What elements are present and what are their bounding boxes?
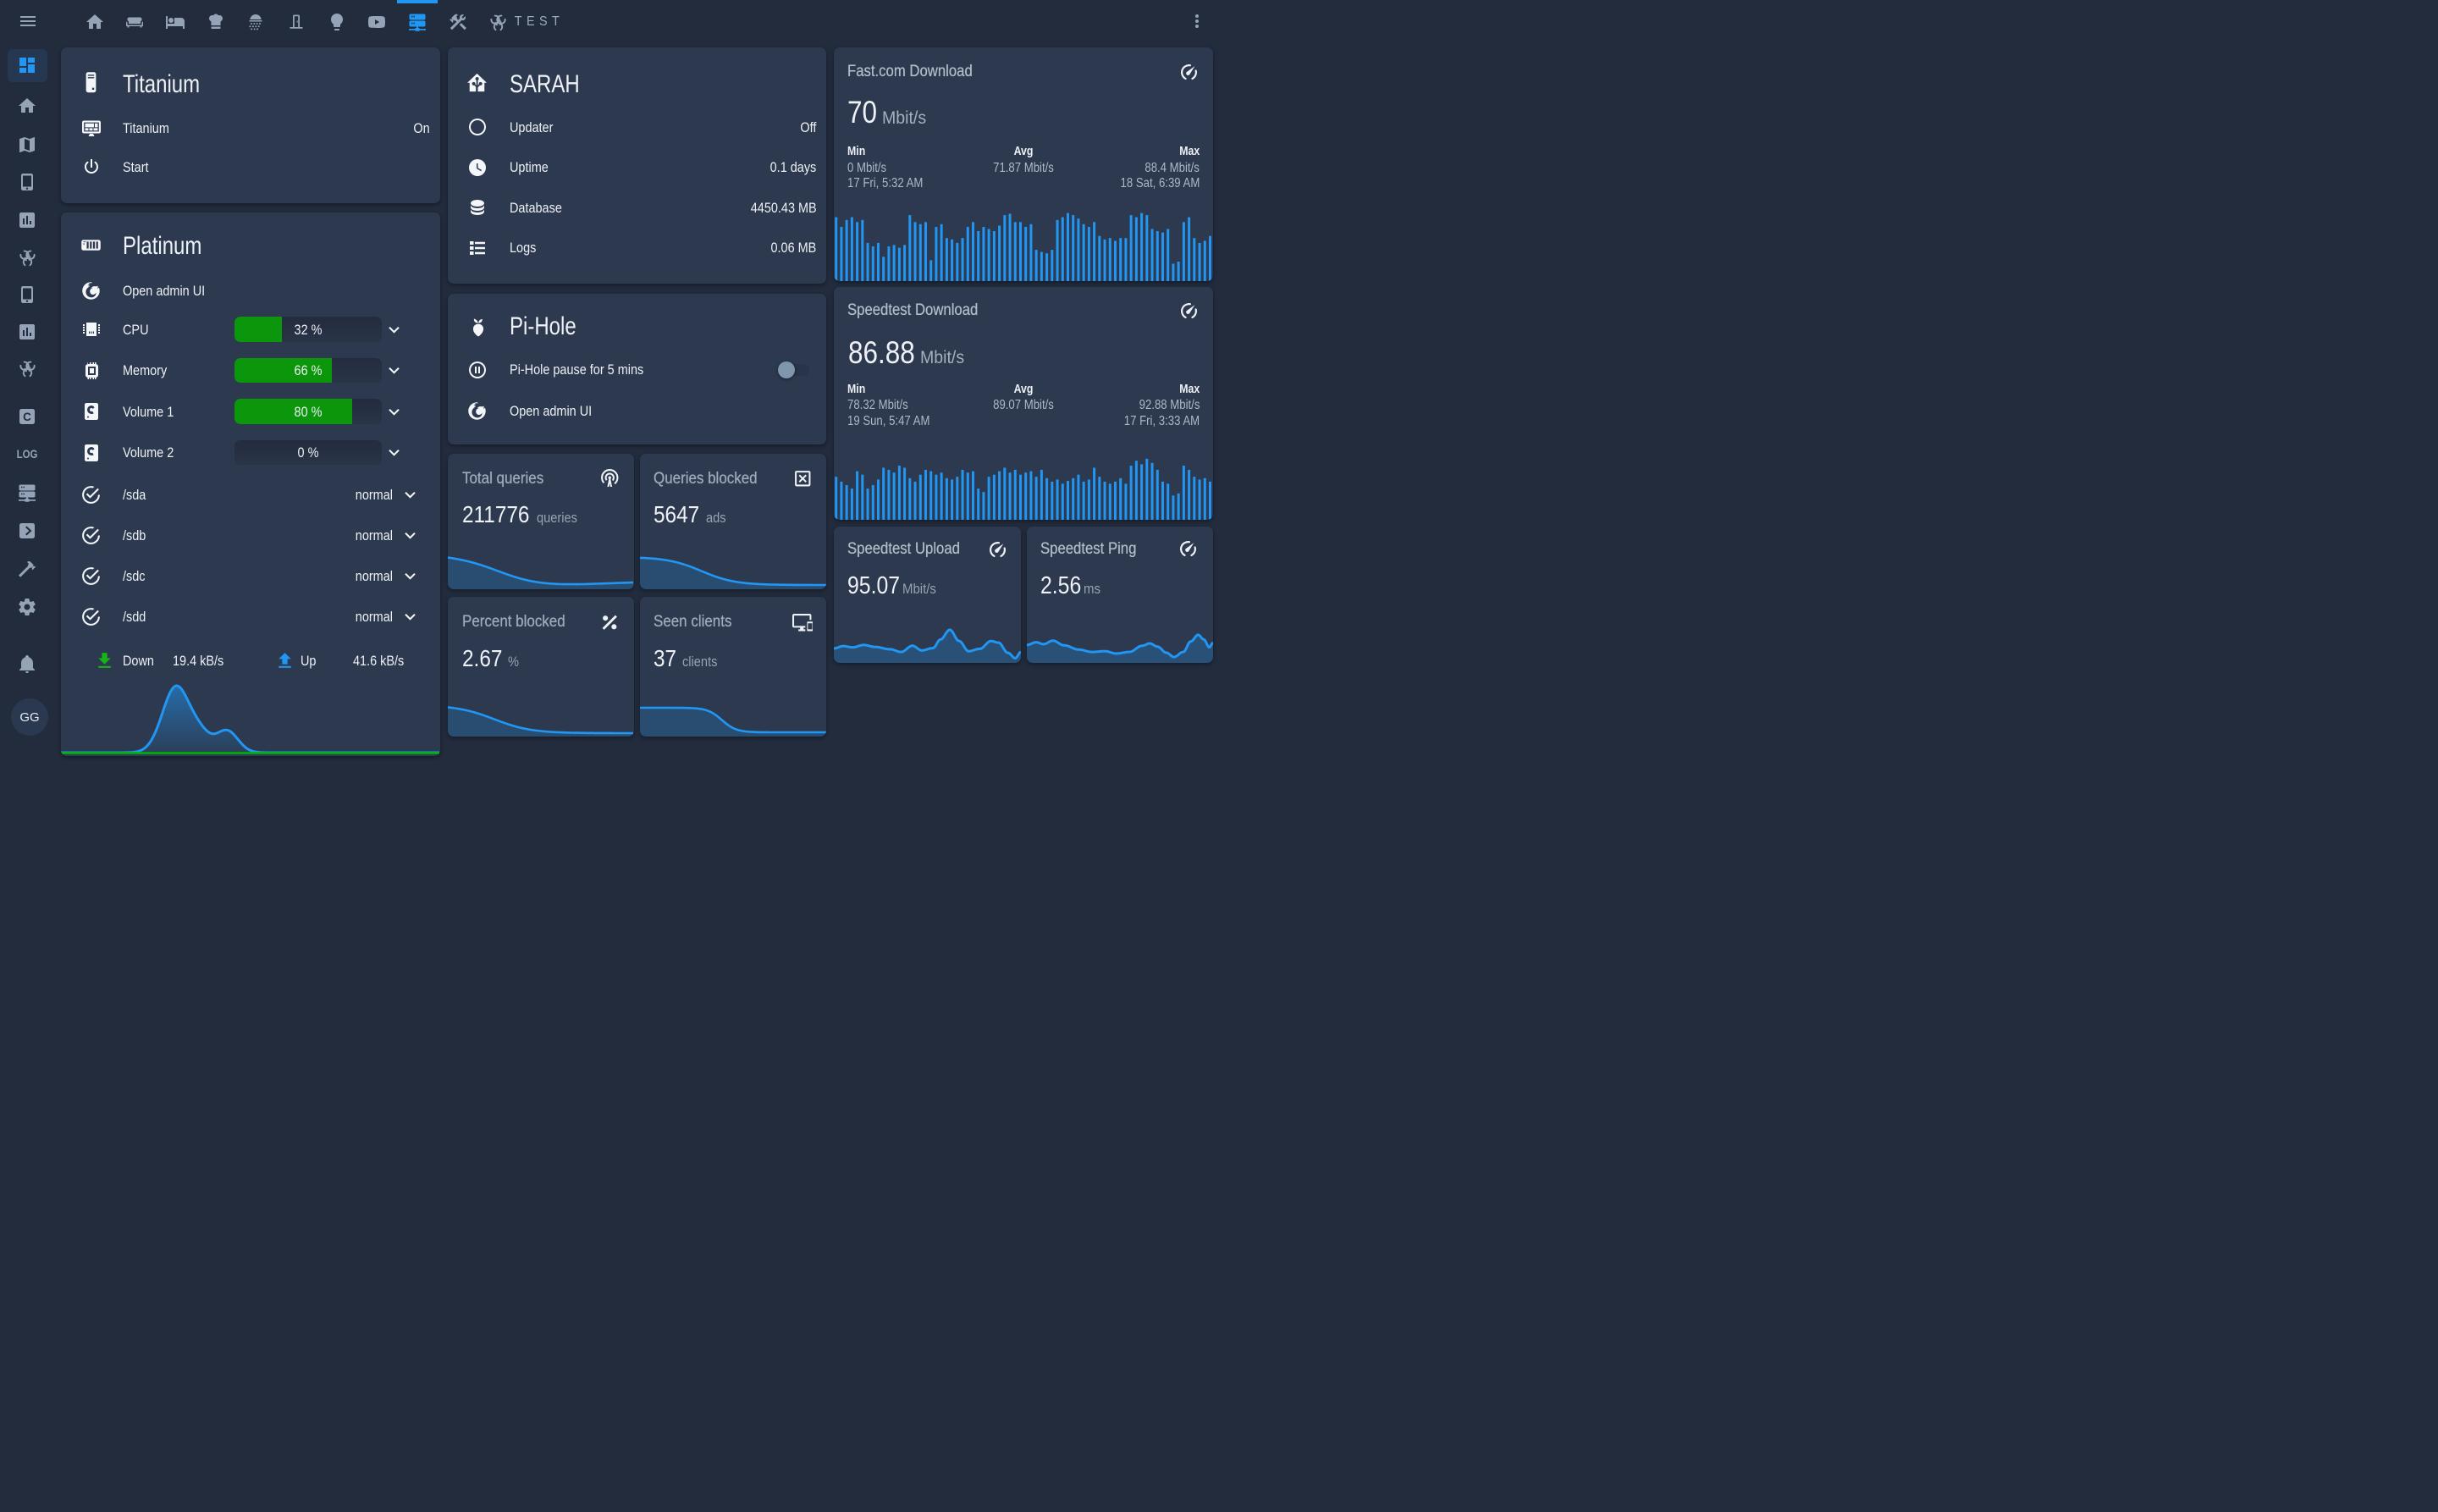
svg-text:C: C (23, 411, 31, 423)
